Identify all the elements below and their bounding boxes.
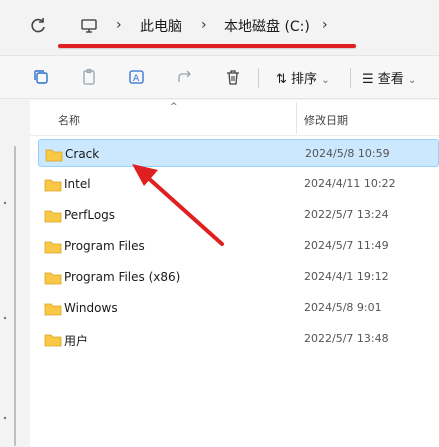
file-name: PerfLogs <box>64 208 116 222</box>
file-row-intel[interactable]: Intel 2024/4/11 10:22 <box>38 170 439 198</box>
sort-icon: ⇅ <box>276 72 287 87</box>
file-row-users[interactable]: 用户 2022/5/7 13:48 <box>38 325 439 353</box>
file-date: 2024/4/1 19:12 <box>304 270 389 283</box>
column-divider[interactable] <box>296 102 297 134</box>
copy-icon[interactable] <box>80 68 98 86</box>
red-highlight-underline <box>58 44 356 48</box>
file-name: Program Files (x86) <box>64 270 181 284</box>
file-name: Intel <box>64 177 91 191</box>
view-label: 查看 <box>377 72 404 87</box>
file-row-program-files-x86[interactable]: Program Files (x86) 2024/4/1 19:12 <box>38 263 439 291</box>
chevron-down-icon: ⌄ <box>407 75 417 86</box>
file-row-windows[interactable]: Windows 2024/5/8 9:01 <box>38 294 439 322</box>
share-icon[interactable] <box>176 68 194 86</box>
folder-icon <box>45 147 63 162</box>
sort-ascending-icon: ^ <box>170 102 178 112</box>
column-header-date[interactable]: 修改日期 <box>304 112 348 128</box>
chevron-down-icon: ⌄ <box>321 75 330 86</box>
computer-icon <box>80 17 98 35</box>
folder-icon <box>44 177 62 192</box>
toolbar-divider <box>258 68 259 88</box>
new-window-icon[interactable] <box>32 68 50 86</box>
file-date: 2024/5/7 11:49 <box>304 239 389 252</box>
file-row-crack[interactable]: Crack 2024/5/8 10:59 <box>38 139 439 167</box>
view-button[interactable]: ☰ 查看 ⌄ <box>362 68 416 87</box>
breadcrumb-local-disk[interactable]: 本地磁盘 (C:) <box>224 16 310 36</box>
file-date: 2024/5/8 10:59 <box>305 147 390 160</box>
address-bar-area: › 此电脑 › 本地磁盘 (C:) › <box>0 0 439 52</box>
toolbar-divider <box>350 68 351 88</box>
navigation-pane[interactable] <box>0 100 30 447</box>
file-date: 2022/5/7 13:24 <box>304 208 389 221</box>
sort-button[interactable]: ⇅ 排序 ⌄ <box>276 68 330 87</box>
folder-icon <box>44 270 62 285</box>
folder-icon <box>44 301 62 316</box>
command-bar: A ⇅ 排序 ⌄ ☰ 查看 ⌄ <box>0 55 439 99</box>
file-name: Crack <box>65 147 100 161</box>
folder-icon <box>44 239 62 254</box>
svg-text:A: A <box>133 74 140 84</box>
nav-scrollbar[interactable] <box>14 146 16 446</box>
file-name: Windows <box>64 301 118 315</box>
folder-icon <box>44 332 62 347</box>
file-date: 2024/5/8 9:01 <box>304 301 382 314</box>
delete-icon[interactable] <box>224 68 242 86</box>
folder-icon <box>44 208 62 223</box>
chevron-right-icon[interactable]: › <box>322 17 336 35</box>
file-date: 2022/5/7 13:48 <box>304 332 389 345</box>
file-name: 用户 <box>64 334 89 348</box>
view-list-icon: ☰ <box>362 72 374 87</box>
file-list: ^ 名称 修改日期 Crack 2024/5/8 10:59 Intel 202… <box>30 100 439 447</box>
sort-label: 排序 <box>291 72 318 87</box>
file-name: Program Files <box>64 239 145 253</box>
refresh-icon[interactable] <box>28 16 48 36</box>
column-header-row: ^ 名称 修改日期 <box>30 100 439 136</box>
chevron-right-icon[interactable]: › <box>201 17 215 35</box>
nav-expand-icon[interactable] <box>3 305 7 320</box>
file-date: 2024/4/11 10:22 <box>304 177 396 190</box>
chevron-right-icon[interactable]: › <box>116 17 130 35</box>
column-header-name[interactable]: 名称 <box>58 112 80 128</box>
file-row-program-files[interactable]: Program Files 2024/5/7 11:49 <box>38 232 439 260</box>
address-bar[interactable]: › 此电脑 › 本地磁盘 (C:) › <box>64 8 439 44</box>
breadcrumb-this-pc[interactable]: 此电脑 <box>140 16 182 36</box>
file-row-perflogs[interactable]: PerfLogs 2022/5/7 13:24 <box>38 201 439 229</box>
rename-icon[interactable]: A <box>128 68 146 86</box>
nav-expand-icon[interactable] <box>3 405 7 420</box>
nav-expand-icon[interactable] <box>3 190 7 205</box>
